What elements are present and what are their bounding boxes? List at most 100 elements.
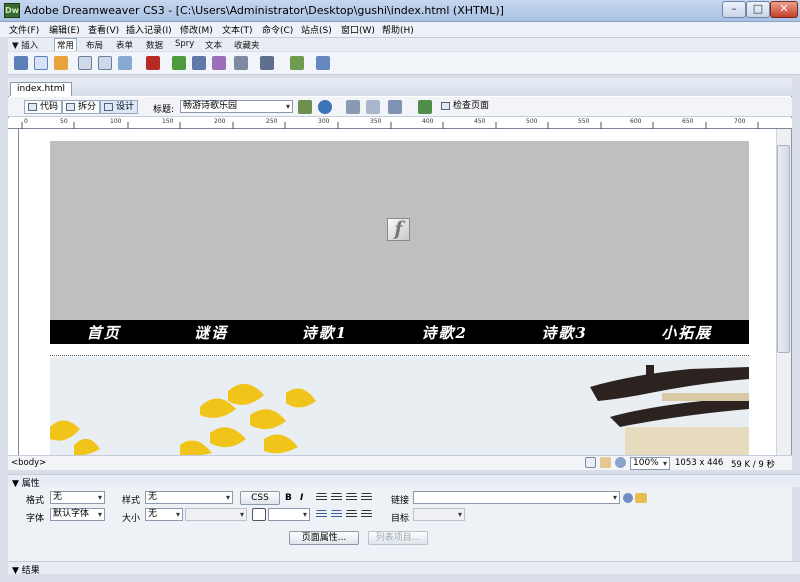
ordered-list-icon[interactable] bbox=[331, 510, 342, 519]
nav-extension[interactable]: 小拓展 bbox=[661, 322, 712, 343]
tab-common[interactable]: 常用 bbox=[54, 38, 78, 51]
nav-riddles[interactable]: 谜语 bbox=[194, 322, 228, 343]
menu-commands[interactable]: 命令(C) bbox=[262, 23, 293, 36]
ginkgo-pavilion-image[interactable] bbox=[50, 357, 749, 455]
size-label: 大小 bbox=[122, 514, 141, 524]
link-input[interactable] bbox=[413, 491, 620, 504]
head-icon[interactable] bbox=[234, 56, 248, 70]
format-select[interactable]: 无 bbox=[50, 491, 105, 504]
menu-window[interactable]: 窗口(W) bbox=[341, 23, 375, 36]
bold-button[interactable]: B bbox=[285, 493, 292, 503]
flash-icon: f bbox=[387, 218, 410, 241]
tab-spry[interactable]: Spry bbox=[175, 39, 194, 49]
comment-icon[interactable] bbox=[192, 56, 206, 70]
menu-text[interactable]: 文本(T) bbox=[222, 23, 253, 36]
tab-text[interactable]: 文本 bbox=[205, 39, 222, 51]
font-select[interactable]: 默认字体 bbox=[50, 508, 105, 521]
check-page-button[interactable]: 检查页面 bbox=[438, 100, 492, 114]
menu-site[interactable]: 站点(S) bbox=[301, 23, 332, 36]
download-size: 59 K / 9 秒 bbox=[731, 460, 775, 470]
style-label: 样式 bbox=[122, 496, 141, 506]
ruler-label: 250 bbox=[266, 118, 278, 125]
text-color-swatch[interactable] bbox=[252, 508, 266, 521]
properties-panel: 格式 无 样式 无 CSS B I 链接 字体 默认字体 大小 无 目标 页面属… bbox=[8, 487, 792, 561]
tab-favorites[interactable]: 收藏夹 bbox=[234, 39, 260, 51]
menu-file[interactable]: 文件(F) bbox=[9, 23, 39, 36]
close-button[interactable]: ✕ bbox=[770, 1, 798, 18]
table-icon[interactable] bbox=[78, 56, 92, 70]
menu-help[interactable]: 帮助(H) bbox=[382, 23, 414, 36]
justify-icon[interactable] bbox=[361, 493, 372, 502]
italic-button[interactable]: I bbox=[300, 493, 303, 503]
scrollbar-thumb[interactable] bbox=[777, 145, 790, 353]
insert-bar-toggle[interactable]: ▼ 插入 bbox=[12, 39, 38, 51]
align-right-icon[interactable] bbox=[346, 493, 357, 502]
window-size[interactable]: 1053 x 446 bbox=[675, 458, 723, 468]
menu-modify[interactable]: 修改(M) bbox=[180, 23, 213, 36]
indent-icon[interactable] bbox=[361, 510, 372, 519]
results-panel-header[interactable]: ▼ 结果 bbox=[8, 561, 800, 576]
file-management-icon[interactable] bbox=[298, 100, 312, 114]
tab-layout[interactable]: 布局 bbox=[86, 39, 103, 51]
hyperlink-icon[interactable] bbox=[14, 56, 28, 70]
maximize-button[interactable]: □ bbox=[746, 1, 770, 18]
validate-markup-icon[interactable] bbox=[418, 100, 432, 114]
css-button[interactable]: CSS bbox=[240, 491, 280, 505]
page-properties-button[interactable]: 页面属性... bbox=[289, 531, 359, 545]
align-center-icon[interactable] bbox=[331, 493, 342, 502]
date-icon[interactable] bbox=[172, 56, 186, 70]
menu-edit[interactable]: 编辑(E) bbox=[49, 23, 80, 36]
split-view-icon bbox=[66, 103, 75, 111]
view-options-icon[interactable] bbox=[366, 100, 380, 114]
menu-view[interactable]: 查看(V) bbox=[88, 23, 119, 36]
properties-panel-header[interactable]: ▼ 属性 bbox=[8, 474, 800, 489]
dreamweaver-app-icon: Dw bbox=[4, 3, 20, 18]
nav-home[interactable]: 首页 bbox=[87, 322, 121, 343]
image-icon[interactable] bbox=[118, 56, 132, 70]
browse-folder-icon[interactable] bbox=[635, 493, 647, 503]
text-color-input[interactable] bbox=[268, 508, 310, 521]
outdent-icon[interactable] bbox=[346, 510, 357, 519]
media-icon[interactable] bbox=[146, 56, 160, 70]
ruler-label: 150 bbox=[162, 118, 174, 125]
zoom-tool-icon[interactable] bbox=[615, 457, 626, 468]
flash-placeholder[interactable]: f bbox=[50, 141, 749, 321]
align-left-icon[interactable] bbox=[316, 493, 327, 502]
tag-selector-body[interactable]: <body> bbox=[11, 458, 46, 468]
code-view-button[interactable]: 代码 bbox=[24, 100, 63, 114]
split-view-button[interactable]: 拆分 bbox=[62, 100, 101, 114]
tab-data[interactable]: 数据 bbox=[146, 39, 163, 51]
script-icon[interactable] bbox=[260, 56, 274, 70]
menu-insert[interactable]: 插入记录(I) bbox=[126, 23, 172, 36]
zoom-select[interactable]: 100% bbox=[630, 457, 670, 470]
nav-poetry-2[interactable]: 诗歌2 bbox=[422, 322, 468, 343]
code-view-label: 代码 bbox=[40, 102, 59, 112]
named-anchor-icon[interactable] bbox=[54, 56, 68, 70]
size-select[interactable]: 无 bbox=[145, 508, 183, 521]
div-tag-icon[interactable] bbox=[98, 56, 112, 70]
email-link-icon[interactable] bbox=[34, 56, 48, 70]
visual-aids-icon[interactable] bbox=[388, 100, 402, 114]
style-select[interactable]: 无 bbox=[145, 491, 233, 504]
nav-poetry-3[interactable]: 诗歌3 bbox=[541, 322, 587, 343]
check-page-icon bbox=[441, 102, 450, 110]
unordered-list-icon[interactable] bbox=[316, 510, 327, 519]
refresh-icon[interactable] bbox=[346, 100, 360, 114]
hand-tool-icon[interactable] bbox=[600, 457, 611, 468]
tab-forms[interactable]: 表单 bbox=[116, 39, 133, 51]
design-canvas[interactable]: f 首页 谜语 诗歌1 诗歌2 诗歌3 小拓展 bbox=[19, 129, 776, 455]
font-label: 字体 bbox=[26, 514, 45, 524]
preview-browser-icon[interactable] bbox=[318, 100, 332, 114]
point-to-file-icon[interactable] bbox=[623, 493, 633, 503]
title-input[interactable]: 畅游诗歌乐园 bbox=[180, 100, 293, 113]
insert-toolbar bbox=[8, 52, 800, 75]
tag-chooser-icon[interactable] bbox=[316, 56, 330, 70]
server-side-include-icon[interactable] bbox=[212, 56, 226, 70]
select-tool-icon[interactable] bbox=[585, 457, 596, 468]
nav-poetry-1[interactable]: 诗歌1 bbox=[302, 322, 348, 343]
templates-icon[interactable] bbox=[290, 56, 304, 70]
minimize-button[interactable]: – bbox=[722, 1, 746, 18]
document-tab[interactable]: index.html bbox=[10, 82, 72, 96]
design-view-label: 设计 bbox=[116, 102, 135, 112]
design-view-button[interactable]: 设计 bbox=[100, 100, 139, 114]
